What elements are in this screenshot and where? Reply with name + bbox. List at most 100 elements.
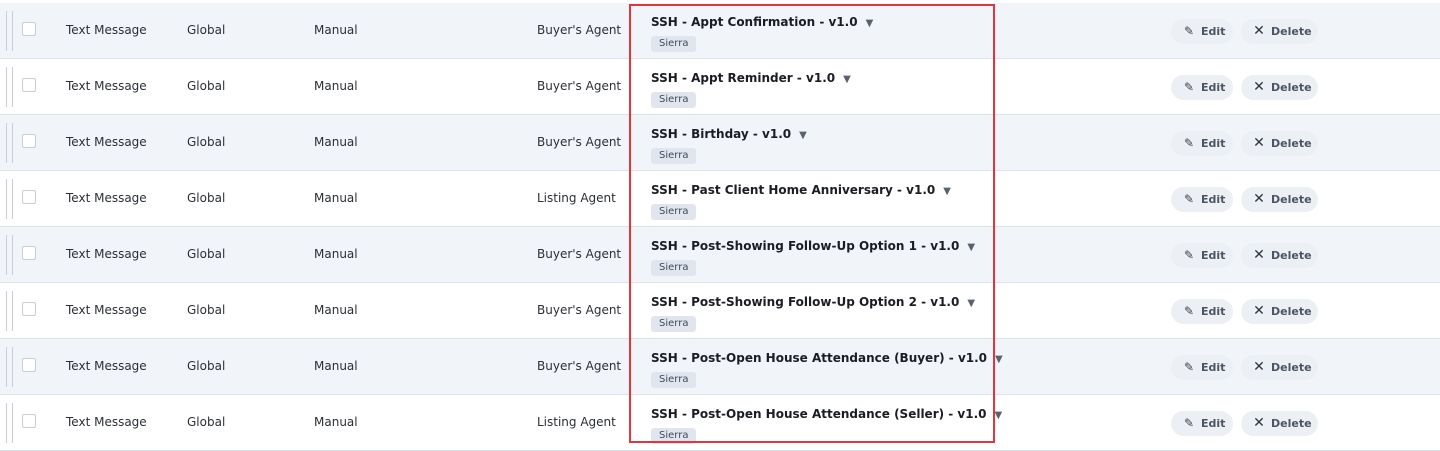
close-icon: ✕ (1253, 247, 1265, 263)
message-type: Text Message (66, 247, 147, 261)
template-tag: Sierra (651, 428, 697, 444)
close-icon: ✕ (1253, 23, 1265, 39)
pencil-icon: ✎ (1183, 304, 1195, 318)
row-checkbox[interactable] (22, 414, 36, 428)
agent-role: Buyer's Agent (537, 303, 622, 317)
caret-down-icon[interactable]: ▼ (943, 186, 951, 197)
trigger: Manual (314, 303, 358, 317)
edit-button[interactable]: ✎ Edit (1171, 411, 1233, 436)
template-name: SSH - Post-Open House Attendance (Buyer)… (651, 351, 988, 365)
delete-label: Delete (1271, 361, 1312, 374)
delete-label: Delete (1271, 305, 1312, 318)
table-row: Text Message Global Manual Buyer's Agent SSH… (0, 3, 1440, 59)
edit-button[interactable]: ✎ Edit (1171, 243, 1233, 268)
template-name: SSH - Post-Showing Follow-Up Option 1 - … (651, 239, 960, 253)
edit-button[interactable]: ✎ Edit (1171, 131, 1233, 156)
template-dropdown[interactable]: SSH - Birthday - v1.0 ▼ (651, 127, 807, 141)
row-checkbox[interactable] (22, 134, 36, 148)
delete-label: Delete (1271, 249, 1312, 262)
caret-down-icon[interactable]: ▼ (799, 130, 807, 141)
close-icon: ✕ (1253, 135, 1265, 151)
edit-button[interactable]: ✎ Edit (1171, 75, 1233, 100)
drag-handle-icon[interactable] (6, 67, 13, 107)
template-dropdown[interactable]: SSH - Post-Open House Attendance (Seller… (651, 407, 1002, 421)
message-type: Text Message (66, 303, 147, 317)
close-icon: ✕ (1253, 79, 1265, 95)
close-icon: ✕ (1253, 415, 1265, 431)
row-checkbox[interactable] (22, 358, 36, 372)
edit-button[interactable]: ✎ Edit (1171, 355, 1233, 380)
agent-role: Listing Agent (537, 191, 616, 205)
template-dropdown[interactable]: SSH - Post-Showing Follow-Up Option 2 - … (651, 295, 975, 309)
template-dropdown[interactable]: SSH - Appt Confirmation - v1.0 ▼ (651, 15, 873, 29)
delete-button[interactable]: ✕ Delete (1241, 243, 1318, 268)
table-row: Text Message Global Manual Buyer's Agent SSH… (0, 227, 1440, 283)
edit-button[interactable]: ✎ Edit (1171, 187, 1233, 212)
pencil-icon: ✎ (1183, 416, 1195, 430)
row-checkbox[interactable] (22, 22, 36, 36)
drag-handle-icon[interactable] (6, 11, 13, 51)
agent-role: Buyer's Agent (537, 79, 622, 93)
drag-handle-icon[interactable] (6, 291, 13, 331)
edit-label: Edit (1201, 305, 1226, 318)
drag-handle-icon[interactable] (6, 347, 13, 387)
table-row: Text Message Global Manual Buyer's Agent SSH… (0, 339, 1440, 395)
template-name: SSH - Post-Open House Attendance (Seller… (651, 407, 987, 421)
scope: Global (187, 23, 226, 37)
scope: Global (187, 135, 226, 149)
drag-handle-icon[interactable] (6, 235, 13, 275)
edit-button[interactable]: ✎ Edit (1171, 299, 1233, 324)
template-dropdown[interactable]: SSH - Post-Showing Follow-Up Option 1 - … (651, 239, 975, 253)
template-name: SSH - Appt Reminder - v1.0 (651, 71, 836, 85)
template-name: SSH - Post-Showing Follow-Up Option 2 - … (651, 295, 960, 309)
agent-role: Buyer's Agent (537, 23, 622, 37)
drag-handle-icon[interactable] (6, 123, 13, 163)
template-dropdown[interactable]: SSH - Post-Open House Attendance (Buyer)… (651, 351, 1003, 365)
template-dropdown[interactable]: SSH - Appt Reminder - v1.0 ▼ (651, 71, 851, 85)
row-checkbox[interactable] (22, 302, 36, 316)
template-tag: Sierra (651, 316, 697, 332)
caret-down-icon[interactable]: ▼ (866, 18, 874, 29)
delete-label: Delete (1271, 137, 1312, 150)
drag-handle-icon[interactable] (6, 179, 13, 219)
template-tag: Sierra (651, 260, 697, 276)
message-type: Text Message (66, 79, 147, 93)
delete-button[interactable]: ✕ Delete (1241, 75, 1318, 100)
pencil-icon: ✎ (1183, 248, 1195, 262)
delete-button[interactable]: ✕ Delete (1241, 355, 1318, 380)
drag-handle-icon[interactable] (6, 403, 13, 443)
table-row: Text Message Global Manual Listing Agent SSH… (0, 171, 1440, 227)
delete-button[interactable]: ✕ Delete (1241, 299, 1318, 324)
row-checkbox[interactable] (22, 246, 36, 260)
delete-button[interactable]: ✕ Delete (1241, 187, 1318, 212)
row-checkbox[interactable] (22, 190, 36, 204)
delete-button[interactable]: ✕ Delete (1241, 131, 1318, 156)
row-checkbox[interactable] (22, 78, 36, 92)
message-type: Text Message (66, 359, 147, 373)
template-name: SSH - Past Client Home Anniversary - v1.… (651, 183, 936, 197)
templates-table: Text Message Global Manual Buyer's Agent SSH… (0, 0, 1440, 451)
template-tag: Sierra (651, 204, 697, 220)
template-dropdown[interactable]: SSH - Past Client Home Anniversary - v1.… (651, 183, 951, 197)
delete-button[interactable]: ✕ Delete (1241, 411, 1318, 436)
delete-button[interactable]: ✕ Delete (1241, 19, 1318, 44)
agent-role: Buyer's Agent (537, 247, 622, 261)
pencil-icon: ✎ (1183, 80, 1195, 94)
edit-label: Edit (1201, 417, 1226, 430)
caret-down-icon[interactable]: ▼ (995, 354, 1003, 365)
trigger: Manual (314, 191, 358, 205)
edit-label: Edit (1201, 361, 1226, 374)
table-row: Text Message Global Manual Listing Agent SSH… (0, 395, 1440, 451)
trigger: Manual (314, 359, 358, 373)
scope: Global (187, 359, 226, 373)
pencil-icon: ✎ (1183, 24, 1195, 38)
edit-button[interactable]: ✎ Edit (1171, 19, 1233, 44)
caret-down-icon[interactable]: ▼ (967, 298, 975, 309)
scope: Global (187, 415, 226, 429)
message-type: Text Message (66, 191, 147, 205)
caret-down-icon[interactable]: ▼ (967, 242, 975, 253)
agent-role: Buyer's Agent (537, 359, 622, 373)
caret-down-icon[interactable]: ▼ (843, 74, 851, 85)
caret-down-icon[interactable]: ▼ (995, 410, 1003, 421)
template-name: SSH - Appt Confirmation - v1.0 (651, 15, 858, 29)
